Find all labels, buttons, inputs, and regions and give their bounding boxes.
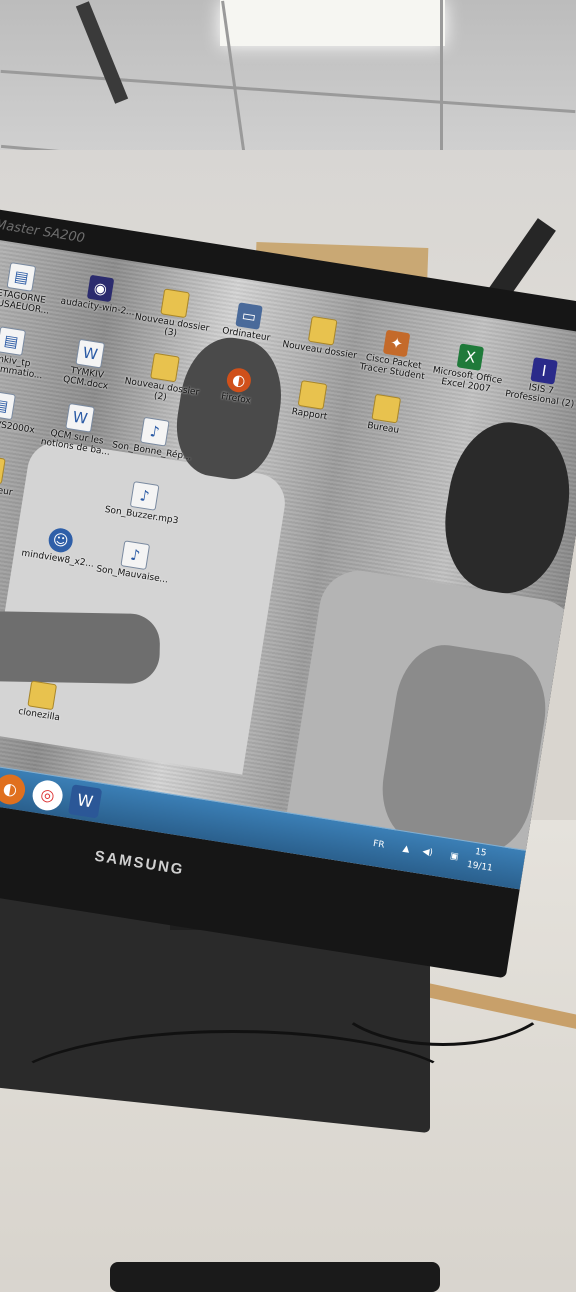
ceiling-light xyxy=(220,0,445,46)
ceiling-rail xyxy=(75,1,129,104)
desktop-icon[interactable]: ▤ Tymkiv VS2000x xyxy=(0,386,43,436)
folder-icon xyxy=(307,315,338,346)
folder-icon xyxy=(371,393,402,424)
volume-icon[interactable]: ◀) xyxy=(422,847,434,859)
monitor: Master SA200 ▤ BETAGORNE UNUSAEUOR... ◉ … xyxy=(0,205,576,979)
wallpaper-figure-right-head xyxy=(434,414,576,602)
tray-show-hidden-icon[interactable]: ▲ xyxy=(402,844,410,855)
word-document-icon: W xyxy=(75,338,106,369)
desktop-icon[interactable]: Nouveau dossier xyxy=(279,312,364,362)
word-document-icon: W xyxy=(65,402,95,433)
document-icon: ▤ xyxy=(0,390,16,421)
wallpaper-figure-left-arm xyxy=(0,610,161,685)
desktop-icon[interactable]: Nouveau dossier (3) xyxy=(130,284,217,344)
cisco-packet-tracer-icon: ✦ xyxy=(382,329,411,358)
desktop-icon[interactable]: ◉ audacity-win-2... xyxy=(57,270,142,318)
audacity-icon: ◉ xyxy=(86,274,115,303)
desktop-icon[interactable]: Rapport xyxy=(269,376,354,426)
isis-icon: I xyxy=(530,357,558,385)
desktop-icon[interactable]: X Microsoft Office Excel 2007 xyxy=(426,339,512,397)
folder-icon xyxy=(297,380,328,410)
desktop-screen: ▤ BETAGORNE UNUSAEUOR... ◉ audacity-win-… xyxy=(0,239,576,890)
computer-icon: ▭ xyxy=(235,302,263,330)
desktop-icon[interactable]: on buzzeur xyxy=(0,450,32,500)
clock-time[interactable]: 15 xyxy=(474,847,487,859)
folder-icon xyxy=(27,680,58,711)
taskbar-firefox-icon[interactable]: ◐ xyxy=(0,772,28,807)
network-icon[interactable]: ▣ xyxy=(449,851,459,862)
taskbar-word-icon[interactable]: W xyxy=(67,784,103,819)
folder-icon xyxy=(0,454,6,485)
language-indicator[interactable]: FR xyxy=(372,839,385,851)
cable xyxy=(0,1030,466,1156)
samsung-logo: SAMSUNG xyxy=(93,847,186,879)
folder-icon xyxy=(150,352,180,383)
desktop-icon[interactable]: ✦ Cisco Packet Tracer Student xyxy=(352,325,438,383)
desktop-icon[interactable]: W TYMKIV QCM.docx xyxy=(45,335,132,395)
desktop-icon[interactable]: ▤ Tymkiv_tp programmatio... xyxy=(0,322,53,382)
audio-file-icon: ♪ xyxy=(139,416,170,447)
desktop-icon[interactable]: I ISIS 7 Professional (2) xyxy=(499,353,576,411)
desktop-icon[interactable]: Bureau xyxy=(343,390,428,440)
clock-date[interactable]: 19/11 xyxy=(466,860,493,874)
firefox-icon: ◐ xyxy=(225,366,253,394)
mindview-icon: ☺ xyxy=(46,526,75,555)
document-icon: ▤ xyxy=(6,262,37,292)
audio-file-icon: ♪ xyxy=(120,540,151,571)
audio-file-icon: ♪ xyxy=(129,481,160,511)
ceiling-tile-line xyxy=(0,69,576,114)
phone-edge xyxy=(110,1262,440,1292)
excel-icon: X xyxy=(456,343,485,371)
folder-icon xyxy=(160,288,191,319)
taskbar-chrome-icon[interactable]: ◎ xyxy=(30,778,65,813)
document-icon: ▤ xyxy=(0,326,27,356)
desktop-icon[interactable]: ▤ BETAGORNE UNUSAEUOR... xyxy=(0,258,63,318)
desktop-icon[interactable]: Nouveau dossier (2) xyxy=(120,348,207,408)
